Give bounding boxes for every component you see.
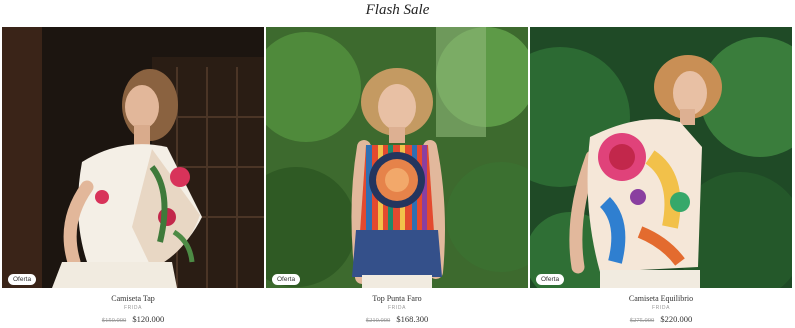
sale-price: $168.300 — [396, 314, 429, 324]
product-brand: FRIDA — [652, 305, 670, 311]
product-info: Camiseta Equilibrio FRIDA $275.000 $220.… — [530, 293, 792, 327]
product-card[interactable]: Oferta Top Punta Faro FRIDA $210.000 $16… — [266, 27, 528, 328]
product-card[interactable]: Oferta Camiseta Equilibrio FRIDA $275.00… — [530, 27, 792, 328]
product-brand: FRIDA — [124, 305, 142, 311]
product-card[interactable]: Oferta Camiseta Tap FRIDA $150.000 $120.… — [2, 27, 264, 328]
product-image[interactable]: Oferta — [2, 27, 264, 288]
product-name[interactable]: Top Punta Faro — [266, 293, 528, 304]
product-image[interactable]: Oferta — [266, 27, 528, 288]
product-image[interactable]: Oferta — [530, 27, 792, 288]
sale-price: $220.000 — [660, 314, 693, 324]
original-price: $210.000 — [365, 317, 391, 324]
product-grid: Oferta Camiseta Tap FRIDA $150.000 $120.… — [2, 27, 793, 328]
product-photo-camiseta-tap — [2, 27, 264, 288]
sale-price: $120.000 — [132, 314, 165, 324]
product-name[interactable]: Camiseta Tap — [2, 293, 264, 304]
product-info: Camiseta Tap FRIDA $150.000 $120.000 — [2, 293, 264, 327]
product-brand: FRIDA — [388, 305, 406, 311]
product-info: Top Punta Faro FRIDA $210.000 $168.300 — [266, 293, 528, 327]
sale-badge: Oferta — [536, 274, 565, 285]
section-title: Flash Sale — [365, 2, 430, 18]
product-name[interactable]: Camiseta Equilibrio — [530, 293, 792, 304]
price-row: $150.000 $120.000 — [2, 313, 264, 327]
sale-badge: Oferta — [272, 274, 301, 285]
original-price: $275.000 — [629, 317, 655, 324]
price-row: $275.000 $220.000 — [530, 313, 792, 327]
original-price: $150.000 — [101, 317, 127, 324]
product-photo-top-punta-faro — [266, 27, 528, 288]
sale-badge: Oferta — [8, 274, 37, 285]
product-photo-camiseta-equilibrio — [530, 27, 792, 288]
price-row: $210.000 $168.300 — [266, 313, 528, 327]
